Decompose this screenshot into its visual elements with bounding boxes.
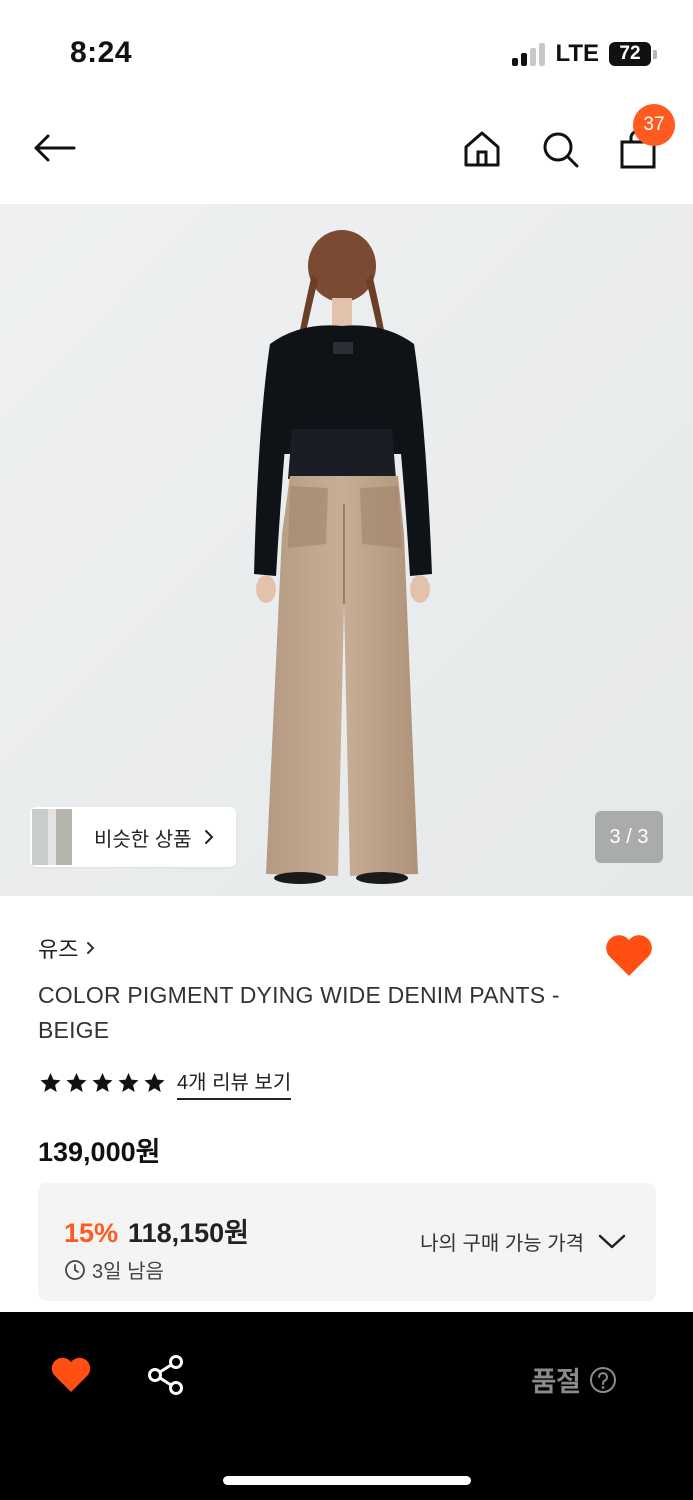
review-link[interactable]: 4개 리뷰 보기 — [177, 1066, 292, 1100]
clock-icon — [65, 1259, 85, 1280]
brand-link[interactable]: 유즈 — [38, 932, 95, 964]
star-icon — [66, 1073, 87, 1092]
original-price: 139,000원 — [38, 1137, 161, 1167]
status-bar: 8:24 LTE 72 — [0, 0, 693, 100]
home-icon — [464, 131, 500, 167]
star-icon — [92, 1073, 113, 1092]
arrow-left-icon — [34, 134, 76, 162]
product-image-carousel[interactable]: 비슷한 상품 3 / 3 — [0, 204, 693, 896]
cart-count-badge: 37 — [633, 104, 675, 146]
back-button[interactable] — [32, 124, 88, 172]
discount-box[interactable]: 15% 118,150원 3일 남음 나의 구매 가능 가격 — [38, 1183, 656, 1301]
sold-out-status: 품절 — [531, 1360, 617, 1399]
brand-name: 유즈 — [38, 937, 79, 962]
image-page-counter: 3 / 3 — [595, 811, 663, 863]
top-nav: 37 — [0, 100, 693, 204]
chevron-right-icon — [204, 830, 213, 844]
rating-stars — [38, 1071, 167, 1095]
chevron-right-icon — [87, 942, 95, 954]
home-button[interactable] — [457, 124, 507, 174]
similar-products-thumbnail — [32, 809, 72, 865]
status-indicators: LTE 72 — [512, 40, 657, 68]
discount-percent: 15% — [64, 1218, 119, 1248]
time-left-label: 3일 남음 — [92, 1261, 164, 1283]
similar-products-button[interactable]: 비슷한 상품 — [30, 807, 236, 867]
home-indicator — [223, 1476, 471, 1485]
wishlist-heart-icon[interactable] — [50, 1356, 92, 1394]
search-icon — [543, 132, 579, 168]
product-photo — [0, 204, 693, 896]
my-price-dropdown[interactable]: 나의 구매 가능 가격 — [420, 1227, 626, 1256]
sold-out-label: 품절 — [531, 1367, 581, 1397]
bottom-action-bar: 품절 — [0, 1312, 693, 1500]
discount-price: 118,150원 — [128, 1218, 249, 1248]
star-icon — [118, 1073, 139, 1092]
status-time: 8:24 — [70, 36, 133, 69]
rating-row: 4개 리뷰 보기 — [38, 1066, 292, 1100]
chevron-down-icon — [598, 1234, 626, 1248]
discount-timer: 3일 남음 — [64, 1255, 164, 1284]
signal-icon — [512, 42, 546, 66]
similar-products-label: 비슷한 상품 — [94, 828, 192, 851]
wishlist-heart-icon[interactable] — [604, 932, 654, 978]
my-price-label: 나의 구매 가능 가격 — [420, 1233, 584, 1255]
help-icon[interactable] — [589, 1366, 617, 1394]
product-title: COLOR PIGMENT DYING WIDE DENIM PANTS - B… — [38, 982, 560, 1043]
cart-button[interactable]: 37 — [613, 104, 675, 174]
search-button[interactable] — [535, 124, 585, 174]
star-icon — [144, 1073, 165, 1092]
battery-level: 72 — [609, 42, 651, 66]
network-label: LTE — [555, 40, 599, 67]
battery-icon: 72 — [609, 42, 657, 66]
star-icon — [40, 1073, 61, 1092]
share-icon[interactable] — [146, 1354, 186, 1396]
